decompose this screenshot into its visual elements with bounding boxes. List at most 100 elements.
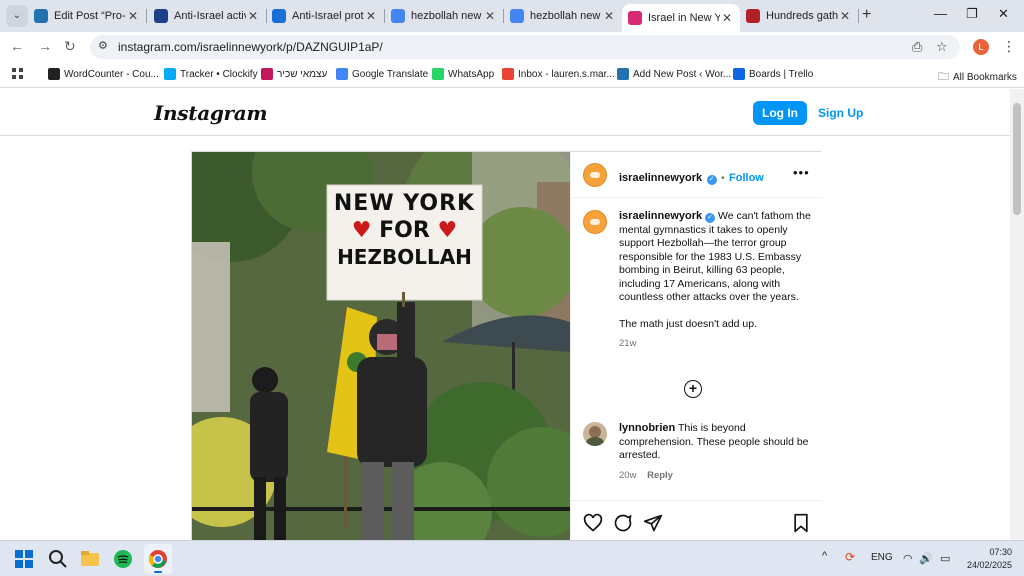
bookmark-item[interactable]: Inbox - lauren.s.mar... [502,68,615,80]
page-scrollbar[interactable] [1010,89,1024,540]
bookmark-item[interactable]: Google Translate [336,68,428,80]
load-more-comments-icon[interactable]: + [684,380,702,398]
browser-tab[interactable]: hezbollah new y ✕ [385,4,504,28]
sign-line-3: HEZBOLLAH [337,245,472,269]
like-heart-icon[interactable] [583,513,603,533]
post-card: NEW YORK ♥ FOR ♥ HEZBOLLAH israelinnewyo… [191,151,822,540]
reload-icon[interactable]: ↻ [64,38,76,55]
post-actions [571,500,822,540]
active-app-indicator [154,571,162,573]
bookmark-label: Inbox - lauren.s.mar... [518,68,615,80]
address-bar[interactable]: ⚙ instagram.com/israelinnewyork/p/DAZNGU… [90,35,960,59]
new-tab-button[interactable]: + [862,6,871,24]
commenter-avatar[interactable] [583,422,607,446]
install-app-icon[interactable]: ⎙ [912,39,922,55]
close-tab-icon[interactable]: ✕ [483,9,497,23]
sync-icon[interactable]: ⟳ [845,550,855,564]
browser-tab[interactable]: Edit Post “Pro-H ✕ [28,4,147,28]
login-button[interactable]: Log In [753,101,807,125]
site-info-icon[interactable]: ⚙ [98,39,108,52]
trello-icon [733,68,745,80]
forward-icon[interactable]: → [38,38,52,54]
system-clock[interactable]: 07:30 24/02/2025 [962,546,1012,572]
tab-separator [146,9,147,23]
battery-icon[interactable]: ▭ [940,552,950,565]
browser-tab[interactable]: Anti-Israel activ ✕ [148,4,267,28]
apps-icon[interactable] [12,68,24,80]
browser-tab[interactable]: Hundreds gathe ✕ [740,4,859,28]
translate-icon [336,68,348,80]
comment-username[interactable]: lynnobrien [619,422,675,434]
tab-search-button[interactable]: ⌄ [6,5,28,27]
tab-title: Hundreds gathe [766,10,838,22]
windows-taskbar: ^ ⟳ ENG ◠ 🔊 ▭ 07:30 24/02/2025 [0,540,1024,576]
follow-button[interactable]: Follow [729,172,764,184]
post-age[interactable]: 21w [619,337,813,351]
bookmark-label: WordCounter - Cou... [64,68,159,80]
profile-avatar-icon[interactable] [583,163,607,187]
wordpress-icon [34,9,48,23]
toolbar: ← → ↻ ⚙ instagram.com/israelinnewyork/p/… [0,32,1024,62]
chevron-up-icon[interactable]: ^ [822,550,827,562]
reply-button[interactable]: Reply [647,470,673,481]
post-photo[interactable]: NEW YORK ♥ FOR ♥ HEZBOLLAH [192,152,570,540]
bookmark-item[interactable]: WhatsApp [432,68,494,80]
comment-icon[interactable] [613,513,633,533]
news-icon [746,9,760,23]
gmail-icon [502,68,514,80]
bookmark-item[interactable]: Tracker • Clockify [164,68,258,80]
spotify-icon[interactable] [113,549,133,569]
clock-date: 24/02/2025 [966,560,1012,570]
wordpress-icon [617,68,629,80]
scrollbar-thumb[interactable] [1013,103,1021,215]
browser-tab[interactable]: Anti-Israel prote ✕ [266,4,385,28]
profile-avatar[interactable]: L [973,39,989,55]
post-side-panel: israelinnewyork ✓ • Follow ••• israelinn… [570,152,822,540]
close-tab-icon[interactable]: ✕ [364,9,378,23]
windows-start-icon[interactable] [14,549,34,569]
volume-icon[interactable]: 🔊 [919,552,933,565]
sign-line-2-row: ♥ FOR ♥ [327,218,482,243]
instagram-logo[interactable]: Instagram [154,101,268,125]
back-icon[interactable]: ← [10,38,24,54]
clockify-icon [164,68,176,80]
minimize-icon[interactable]: — [934,6,947,21]
clock-time: 07:30 [989,547,1012,557]
search-icon[interactable] [48,549,68,569]
bookmark-label: WhatsApp [448,68,495,80]
bookmark-item[interactable]: Boards | Trello [733,68,813,80]
url-text[interactable]: instagram.com/israelinnewyork/p/DAZNGUIP… [118,40,383,54]
close-tab-icon[interactable]: ✕ [720,11,734,25]
browser-tab[interactable]: hezbollah new y ✕ [504,4,623,28]
all-bookmarks[interactable]: 🗀 All Bookmarks [938,68,1017,87]
protest-sign: NEW YORK ♥ FOR ♥ HEZBOLLAH [327,185,482,300]
close-tab-icon[interactable]: ✕ [602,9,616,23]
more-options-icon[interactable]: ••• [793,165,810,180]
post-caption: israelinnewyork ✓ We can't fathom the me… [619,210,813,351]
language-indicator[interactable]: ENG [871,552,893,563]
file-explorer-icon[interactable] [80,549,100,569]
post-username[interactable]: israelinnewyork [619,172,702,184]
bookmark-star-icon[interactable]: ☆ [936,39,948,55]
tab-title: hezbollah new y [530,10,602,22]
close-tab-icon[interactable]: ✕ [838,9,852,23]
caption-avatar-icon[interactable] [583,210,607,234]
close-window-icon[interactable]: ✕ [998,6,1009,22]
restore-icon[interactable]: ❐ [966,6,978,22]
wifi-icon[interactable]: ◠ [903,552,913,565]
bookmark-item[interactable]: Add New Post ‹ Wor... [617,68,731,80]
instagram-icon [628,11,642,25]
close-tab-icon[interactable]: ✕ [126,9,140,23]
save-bookmark-icon[interactable] [791,513,811,533]
bookmark-label: עצמאי שכיר [277,68,328,80]
chrome-taskbar-button[interactable] [144,544,172,574]
bookmark-item[interactable]: עצמאי שכיר [261,68,327,80]
share-icon[interactable] [643,513,663,533]
browser-tab[interactable]: Israel in New Yo ✕ [622,4,740,32]
browser-menu-icon[interactable]: ⋮ [1002,38,1016,55]
close-tab-icon[interactable]: ✕ [246,9,260,23]
signup-link[interactable]: Sign Up [818,106,863,120]
google-icon [510,9,524,23]
caption-username[interactable]: israelinnewyork [619,210,702,222]
bookmark-item[interactable]: WordCounter - Cou... [48,68,159,80]
